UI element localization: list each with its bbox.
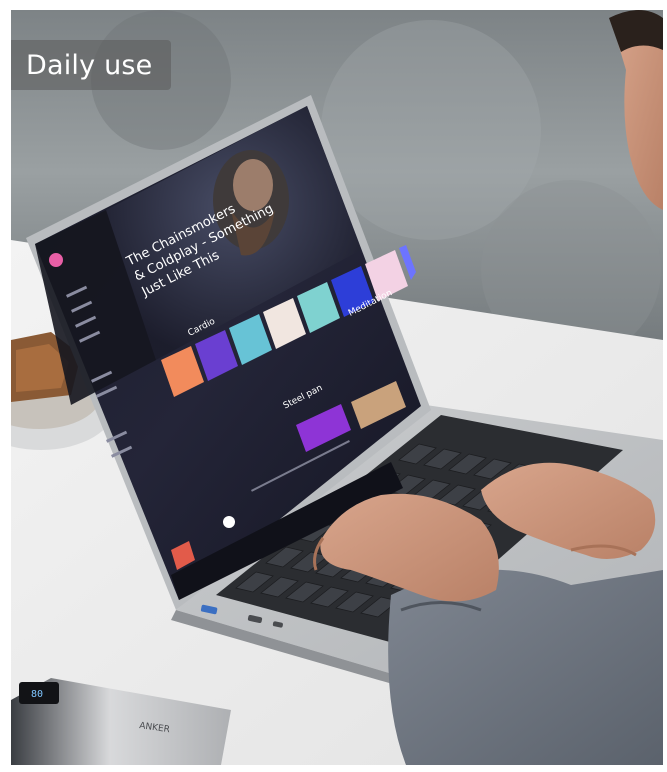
caption-label: Daily use	[26, 49, 153, 81]
laptop-scene-illustration: The Chainsmokers & Coldplay - Something …	[11, 10, 663, 765]
caption-badge: Daily use	[11, 40, 171, 90]
product-photo: The Chainsmokers & Coldplay - Something …	[11, 10, 663, 765]
svg-text:80: 80	[31, 689, 43, 700]
